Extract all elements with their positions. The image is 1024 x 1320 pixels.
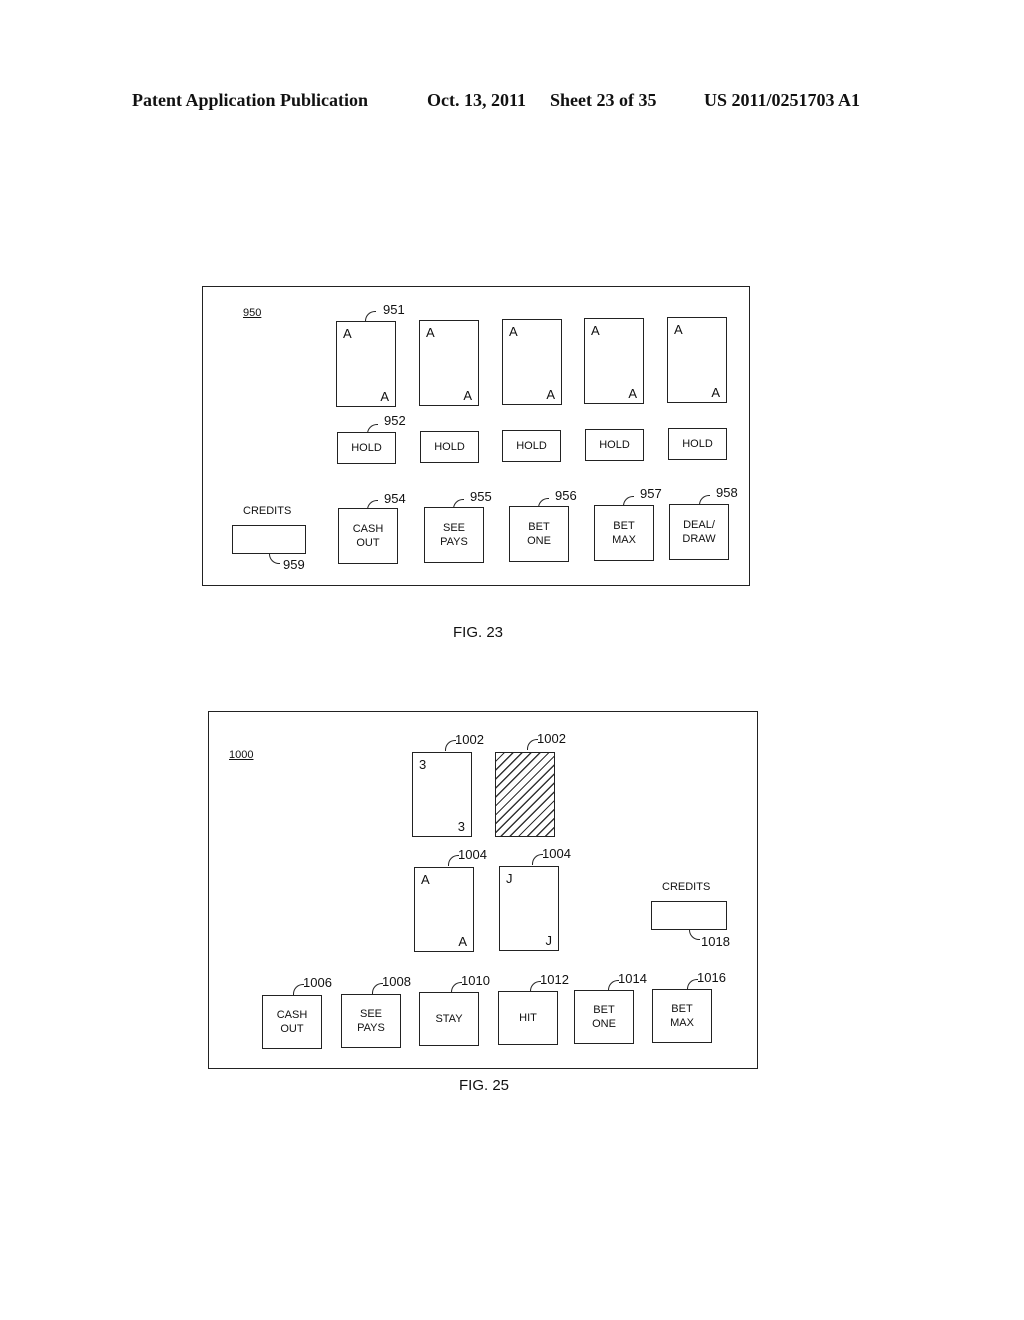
card-rank-bottom: A xyxy=(711,385,720,400)
card-3[interactable]: A A xyxy=(502,319,562,405)
credits-ref-959: 959 xyxy=(283,557,305,572)
player-card-ref-1004: 1004 xyxy=(542,846,571,861)
credits-ref-leader xyxy=(269,553,280,564)
seepays-ref-955: 955 xyxy=(470,489,492,504)
dealer-card-ref-1002: 1002 xyxy=(455,732,484,747)
fig25-caption: FIG. 25 xyxy=(459,1077,510,1094)
dealer-card-up: 3 3 xyxy=(412,752,472,837)
player-card-ref-1004: 1004 xyxy=(458,847,487,862)
bet-one-button[interactable]: BET ONE xyxy=(574,990,634,1044)
credits-label: CREDITS xyxy=(662,881,711,893)
deal-draw-button[interactable]: DEAL/ DRAW xyxy=(669,504,729,560)
card-rank-bottom: A xyxy=(463,388,472,403)
hold-button-4[interactable]: HOLD xyxy=(585,429,644,461)
card-rank-bottom: A xyxy=(628,386,637,401)
dealdraw-ref-958: 958 xyxy=(716,485,738,500)
publication-label: Patent Application Publication xyxy=(132,90,369,110)
card-rank-bottom: A xyxy=(458,934,467,949)
hold-button-5[interactable]: HOLD xyxy=(668,428,727,460)
card-2[interactable]: A A xyxy=(419,320,479,406)
betmax-ref-957: 957 xyxy=(640,486,662,501)
sheet-number: Sheet 23 of 35 xyxy=(550,90,657,110)
credits-display xyxy=(651,901,727,930)
card-rank-top: A xyxy=(426,325,435,340)
card-5[interactable]: A A xyxy=(667,317,727,403)
player-card-1: A A xyxy=(414,867,474,952)
card-1[interactable]: A A xyxy=(336,321,396,407)
hold-button-3[interactable]: HOLD xyxy=(502,430,561,462)
fig23-video-poker-screen: 950 951 A A A A A A A A A A 952 HOLD HOL… xyxy=(202,286,750,586)
bet-max-button[interactable]: BET MAX xyxy=(594,505,654,561)
cashout-ref-954: 954 xyxy=(384,491,406,506)
seepays-ref-1008: 1008 xyxy=(382,974,411,989)
betone-ref-956: 956 xyxy=(555,488,577,503)
bet-one-button[interactable]: BET ONE xyxy=(509,506,569,562)
hit-ref-1012: 1012 xyxy=(540,972,569,987)
stay-button[interactable]: STAY xyxy=(419,992,479,1046)
credits-ref-leader xyxy=(689,929,700,940)
card-rank-top: A xyxy=(343,326,352,341)
credits-label: CREDITS xyxy=(243,505,292,517)
card-4[interactable]: A A xyxy=(584,318,644,404)
see-pays-button[interactable]: SEE PAYS xyxy=(341,994,401,1048)
stay-ref-1010: 1010 xyxy=(461,973,490,988)
dealer-card-face-down xyxy=(495,752,555,837)
card-rank-bottom: A xyxy=(380,389,389,404)
screen-ref-1000: 1000 xyxy=(229,749,254,761)
card-rank-bottom: J xyxy=(545,933,553,948)
publication-number: US 2011/0251703 A1 xyxy=(704,90,861,110)
publication-date: Oct. 13, 2011 xyxy=(427,90,526,110)
hit-button[interactable]: HIT xyxy=(498,991,558,1045)
cashout-ref-1006: 1006 xyxy=(303,975,332,990)
bet-max-button[interactable]: BET MAX xyxy=(652,989,712,1043)
betmax-ref-1016: 1016 xyxy=(697,970,726,985)
card-rank-top: J xyxy=(506,871,513,886)
cash-out-button[interactable]: CASH OUT xyxy=(338,508,398,564)
page-header: Patent Application Publication Oct. 13, … xyxy=(132,90,892,114)
betone-ref-1014: 1014 xyxy=(618,971,647,986)
card-rank-bottom: 3 xyxy=(457,819,465,834)
hold-button-2[interactable]: HOLD xyxy=(420,431,479,463)
card-rank-top: A xyxy=(421,872,430,887)
cash-out-button[interactable]: CASH OUT xyxy=(262,995,322,1049)
hold-ref-952: 952 xyxy=(384,413,406,428)
card-rank-bottom: A xyxy=(546,387,555,402)
screen-ref-950: 950 xyxy=(243,307,262,319)
card-rank-top: A xyxy=(674,322,683,337)
card-ref-951: 951 xyxy=(383,302,405,317)
fig23-caption: FIG. 23 xyxy=(453,624,504,641)
player-card-2: J J xyxy=(499,866,559,951)
dealer-card-ref-1002: 1002 xyxy=(537,731,566,746)
see-pays-button[interactable]: SEE PAYS xyxy=(424,507,484,563)
fig25-blackjack-screen: 1000 1002 3 3 1002 1004 A A 1004 J J CRE… xyxy=(208,711,758,1069)
credits-display xyxy=(232,525,306,554)
credits-ref-1018: 1018 xyxy=(701,934,730,949)
hold-button-1[interactable]: HOLD xyxy=(337,432,396,464)
card-rank-top: 3 xyxy=(419,757,427,772)
card-rank-top: A xyxy=(591,323,600,338)
card-rank-top: A xyxy=(509,324,518,339)
